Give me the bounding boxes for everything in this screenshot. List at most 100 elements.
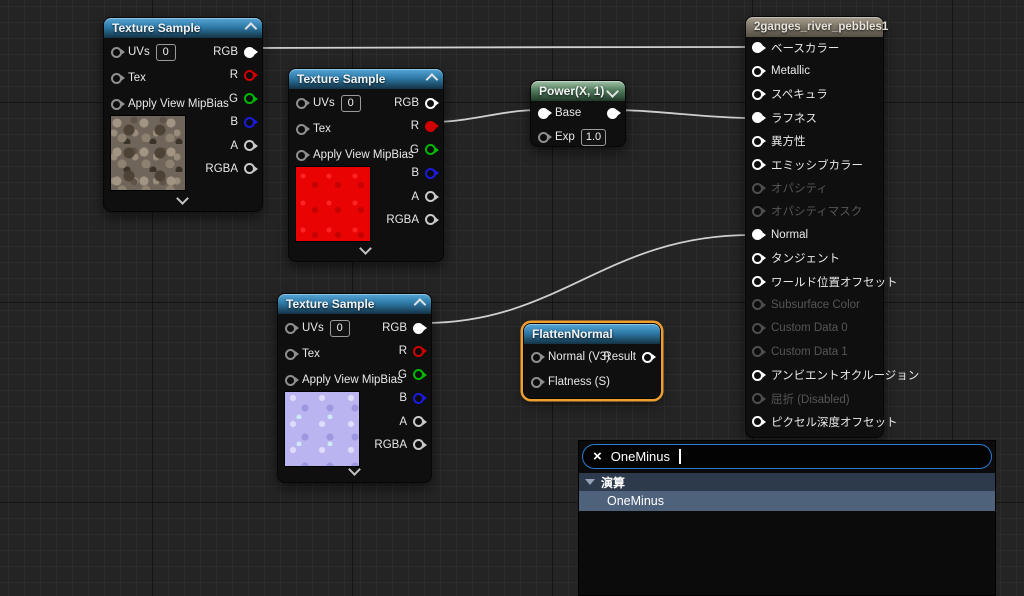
input-pin-base[interactable]	[538, 108, 549, 119]
output-pin-r[interactable]	[244, 70, 255, 81]
outputs-column: RGBRGBARGBA	[386, 95, 436, 228]
expand-chevron-icon[interactable]	[359, 242, 372, 255]
output-pin-b[interactable]	[413, 393, 424, 404]
input-pin-tex[interactable]	[296, 124, 307, 135]
output-pin-g[interactable]	[413, 369, 424, 380]
output-pin-g[interactable]	[425, 144, 436, 155]
collapse-chevron-icon[interactable]	[606, 85, 619, 98]
material-pin-ambient-occlusion[interactable]	[752, 370, 763, 381]
node-header[interactable]: Texture Sample	[278, 294, 431, 314]
material-pin-base-color[interactable]	[752, 42, 763, 53]
pin-label: ラフネス	[771, 110, 817, 126]
output-pin-result[interactable]	[642, 352, 653, 363]
material-pin-row-world-position-offset: ワールド位置オフセット	[752, 270, 879, 293]
value-box[interactable]: 0	[341, 95, 361, 112]
pin-label: A	[399, 416, 407, 428]
input-pin-apply-view-mipbias[interactable]	[111, 99, 122, 110]
material-pin-custom-data-0[interactable]	[752, 323, 763, 334]
output-pin-r[interactable]	[425, 121, 436, 132]
node-header[interactable]: FlattenNormal	[524, 324, 660, 344]
search-input[interactable]: OneMinus	[611, 449, 670, 464]
node-header[interactable]: Texture Sample	[289, 69, 443, 89]
output-row: B	[230, 114, 255, 130]
output-pin-b[interactable]	[425, 168, 436, 179]
node-texture-sample-2[interactable]: Texture SampleUVs0TexApply View MipBiasR…	[288, 68, 444, 262]
value-box[interactable]: 1.0	[581, 129, 606, 146]
node-material-result[interactable]: 2ganges_river_pebbles1ベースカラーMetallicスペキュ…	[745, 16, 884, 438]
search-box[interactable]: × OneMinus	[582, 444, 992, 469]
input-pin-uvs[interactable]	[111, 47, 122, 58]
output-pin-rgb[interactable]	[413, 323, 424, 334]
material-pin-normal[interactable]	[752, 229, 763, 240]
material-pin-custom-data-1[interactable]	[752, 346, 763, 357]
output-pin-rgb[interactable]	[425, 98, 436, 109]
category-collapse-icon[interactable]	[585, 479, 595, 485]
node-flatten-normal[interactable]: FlattenNormalNormal (V3)Flatness (S)Resu…	[523, 323, 661, 399]
collapse-chevron-icon[interactable]	[426, 73, 439, 86]
pin-label: タンジェント	[771, 250, 840, 266]
clear-search-icon[interactable]: ×	[593, 449, 602, 464]
output-row: RGBA	[374, 437, 424, 453]
output-pin-rgba[interactable]	[244, 163, 255, 174]
node-header[interactable]: 2ganges_river_pebbles1	[746, 17, 883, 37]
input-pin-flatness-s[interactable]	[531, 377, 542, 388]
node-texture-sample-1[interactable]: Texture SampleUVs0TexApply View MipBiasR…	[103, 17, 263, 212]
material-pin-specular[interactable]	[752, 89, 763, 100]
material-pin-pixel-depth-offset[interactable]	[752, 416, 763, 427]
output-pin-a[interactable]	[425, 191, 436, 202]
input-row: Normal (V3)	[531, 349, 610, 365]
node-power[interactable]: Power(X, 1)BaseExp1.0	[530, 80, 626, 147]
output-pin-g[interactable]	[244, 93, 255, 104]
material-pin-tangent[interactable]	[752, 253, 763, 264]
output-pin-r[interactable]	[413, 346, 424, 357]
expand-chevron-icon[interactable]	[176, 192, 189, 205]
output-pin-rgb[interactable]	[244, 47, 255, 58]
material-pin-refraction[interactable]	[752, 393, 763, 404]
collapse-chevron-icon[interactable]	[414, 298, 427, 311]
pin-label: UVs	[128, 46, 150, 58]
value-box[interactable]: 0	[330, 320, 350, 337]
input-pin-uvs[interactable]	[296, 98, 307, 109]
material-pin-row-metallic: Metallic	[752, 59, 879, 82]
material-pin-metallic[interactable]	[752, 66, 763, 77]
collapse-chevron-icon[interactable]	[245, 22, 258, 35]
pin-label: Metallic	[771, 65, 810, 77]
output-pin-a[interactable]	[413, 416, 424, 427]
node-title: 2ganges_river_pebbles1	[754, 21, 888, 33]
material-pin-opacity[interactable]	[752, 183, 763, 194]
material-pin-subsurface-color[interactable]	[752, 299, 763, 310]
node-header[interactable]: Texture Sample	[104, 18, 262, 38]
output-pin-rgba[interactable]	[413, 439, 424, 450]
node-title: FlattenNormal	[532, 327, 613, 341]
material-pin-roughness[interactable]	[752, 112, 763, 123]
input-pin-tex[interactable]	[285, 349, 296, 360]
node-title: Texture Sample	[297, 72, 385, 86]
pin-label: Custom Data 1	[771, 346, 848, 358]
pin-label: 異方性	[771, 133, 806, 149]
output-pin-rgba[interactable]	[425, 214, 436, 225]
output-pin-b[interactable]	[244, 117, 255, 128]
material-pin-emissive-color[interactable]	[752, 159, 763, 170]
input-pin-apply-view-mipbias[interactable]	[296, 150, 307, 161]
input-pin-tex[interactable]	[111, 73, 122, 84]
node-header[interactable]: Power(X, 1)	[531, 81, 625, 101]
pin-label: Normal (V3)	[548, 351, 610, 363]
input-pin-uvs[interactable]	[285, 323, 296, 334]
material-graph-canvas[interactable]: { "colors":{"header_blue":"#2e7aa8","hea…	[0, 0, 1024, 596]
search-category-row[interactable]: 演算	[579, 473, 995, 491]
input-pin-apply-view-mipbias[interactable]	[285, 375, 296, 386]
input-pin-normal-v3[interactable]	[531, 352, 542, 363]
node-texture-sample-3[interactable]: Texture SampleUVs0TexApply View MipBiasR…	[277, 293, 432, 483]
value-box[interactable]: 0	[156, 44, 176, 61]
material-pin-world-position-offset[interactable]	[752, 276, 763, 287]
output-pin-a[interactable]	[244, 140, 255, 151]
output-row: G	[410, 142, 436, 158]
pin-label: Normal	[771, 229, 808, 241]
search-result-item[interactable]: OneMinus	[579, 491, 995, 511]
material-pin-opacity-mask[interactable]	[752, 206, 763, 217]
material-pin-anisotropy[interactable]	[752, 136, 763, 147]
pin-label: Custom Data 0	[771, 322, 848, 334]
material-pin-row-specular: スペキュラ	[752, 83, 879, 106]
output-pin-result[interactable]	[607, 108, 618, 119]
input-pin-exp[interactable]	[538, 132, 549, 143]
